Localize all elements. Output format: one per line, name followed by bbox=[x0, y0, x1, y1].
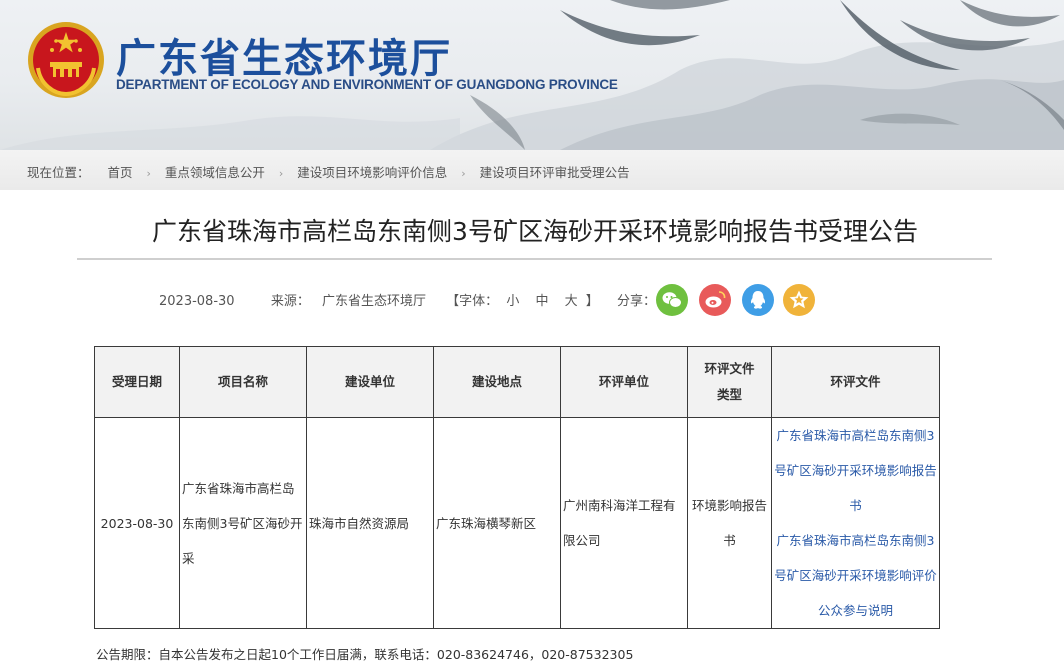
chevron-right-icon: › bbox=[278, 167, 284, 180]
column-header-eia-unit: 环评单位 bbox=[560, 346, 688, 418]
breadcrumb: 现在位置： 首页 › 重点领域信息公开 › 建设项目环境影响评价信息 › 建设项… bbox=[27, 162, 630, 181]
font-size-large-button[interactable]: 大 bbox=[565, 290, 578, 309]
table-header-row: 受理日期 项目名称 建设单位 建设地点 环评单位 环评文件 类型 环评文件 bbox=[94, 346, 940, 418]
file-link-report[interactable]: 广东省珠海市高栏岛东南侧3号矿区海砂开采环境影响报告书 bbox=[774, 418, 937, 523]
column-header-doc-type-line1: 环评文件 bbox=[704, 361, 755, 376]
notice-table: 受理日期 项目名称 建设单位 建设地点 环评单位 环评文件 类型 环评文件 20… bbox=[94, 346, 940, 629]
header-banner: 广东省生态环境厅 DEPARTMENT OF ECOLOGY AND ENVIR… bbox=[0, 0, 1064, 150]
wechat-icon bbox=[656, 284, 688, 316]
cell-location: 广东珠海横琴新区 bbox=[433, 417, 561, 629]
qq-icon bbox=[742, 284, 774, 316]
column-header-files: 环评文件 bbox=[771, 346, 940, 418]
site-title: 广东省生态环境厅 bbox=[116, 36, 452, 82]
cell-files: 广东省珠海市高栏岛东南侧3号矿区海砂开采环境影响报告书 广东省珠海市高栏岛东南侧… bbox=[771, 417, 940, 629]
breadcrumb-item-key-areas[interactable]: 重点领域信息公开 bbox=[165, 162, 265, 181]
column-header-doc-type-line2: 类型 bbox=[716, 387, 742, 402]
weibo-icon bbox=[699, 284, 731, 316]
favorite-share-button[interactable] bbox=[783, 284, 815, 316]
notice-period-text: 公告期限：自本公告发布之日起10个工作日届满，联系电话：020-83624746… bbox=[96, 647, 634, 662]
breadcrumb-item-home[interactable]: 首页 bbox=[108, 162, 133, 181]
chevron-right-icon: › bbox=[146, 167, 151, 180]
qq-share-button[interactable] bbox=[742, 284, 774, 316]
column-header-project: 项目名称 bbox=[179, 346, 307, 418]
share-label: 分享： bbox=[616, 294, 656, 309]
font-size-label: 【字体： bbox=[446, 294, 499, 309]
article-title: 广东省珠海市高栏岛东南侧3号矿区海砂开采环境影响报告书受理公告 bbox=[152, 217, 918, 246]
article-meta: 2023-08-30 来源： 广东省生态环境厅 【字体： 小 中 大 】 分享： bbox=[159, 290, 656, 309]
publish-date: 2023-08-30 bbox=[159, 294, 235, 309]
column-header-date: 受理日期 bbox=[94, 346, 180, 418]
source-label: 来源： bbox=[270, 294, 310, 309]
wechat-share-button[interactable] bbox=[656, 284, 688, 316]
weibo-share-button[interactable] bbox=[699, 284, 731, 316]
breadcrumb-item-eia-info[interactable]: 建设项目环境影响评价信息 bbox=[297, 162, 447, 181]
cell-eia-unit: 广州南科海洋工程有限公司 bbox=[560, 417, 688, 629]
table-row: 2023-08-30 广东省珠海市高栏岛东南侧3号矿区海砂开采 珠海市自然资源局… bbox=[94, 417, 940, 629]
cell-project: 广东省珠海市高栏岛东南侧3号矿区海砂开采 bbox=[179, 417, 307, 629]
file-link-public-participation[interactable]: 广东省珠海市高栏岛东南侧3号矿区海砂开采环境影响评价公众参与说明 bbox=[774, 523, 937, 628]
breadcrumb-prefix: 现在位置： bbox=[27, 165, 90, 180]
column-header-doc-type: 环评文件 类型 bbox=[687, 346, 772, 418]
cell-doc-type: 环境影响报告书 bbox=[687, 417, 772, 629]
font-size-small-button[interactable]: 小 bbox=[506, 290, 519, 309]
column-header-location: 建设地点 bbox=[433, 346, 561, 418]
cell-date: 2023-08-30 bbox=[94, 417, 180, 629]
national-emblem-icon bbox=[28, 22, 104, 98]
star-icon bbox=[783, 284, 815, 316]
breadcrumb-bar: 现在位置： 首页 › 重点领域信息公开 › 建设项目环境影响评价信息 › 建设项… bbox=[0, 150, 1064, 190]
font-size-close-bracket: 】 bbox=[585, 294, 599, 309]
source-value: 广东省生态环境厅 bbox=[322, 294, 427, 309]
title-divider bbox=[77, 258, 992, 260]
site-subtitle: DEPARTMENT OF ECOLOGY AND ENVIRONMENT OF… bbox=[116, 77, 618, 92]
cell-builder: 珠海市自然资源局 bbox=[306, 417, 434, 629]
font-size-medium-button[interactable]: 中 bbox=[535, 290, 548, 309]
chevron-right-icon: › bbox=[461, 167, 466, 180]
column-header-builder: 建设单位 bbox=[306, 346, 434, 418]
breadcrumb-item-acceptance-notice[interactable]: 建设项目环评审批受理公告 bbox=[480, 162, 630, 181]
